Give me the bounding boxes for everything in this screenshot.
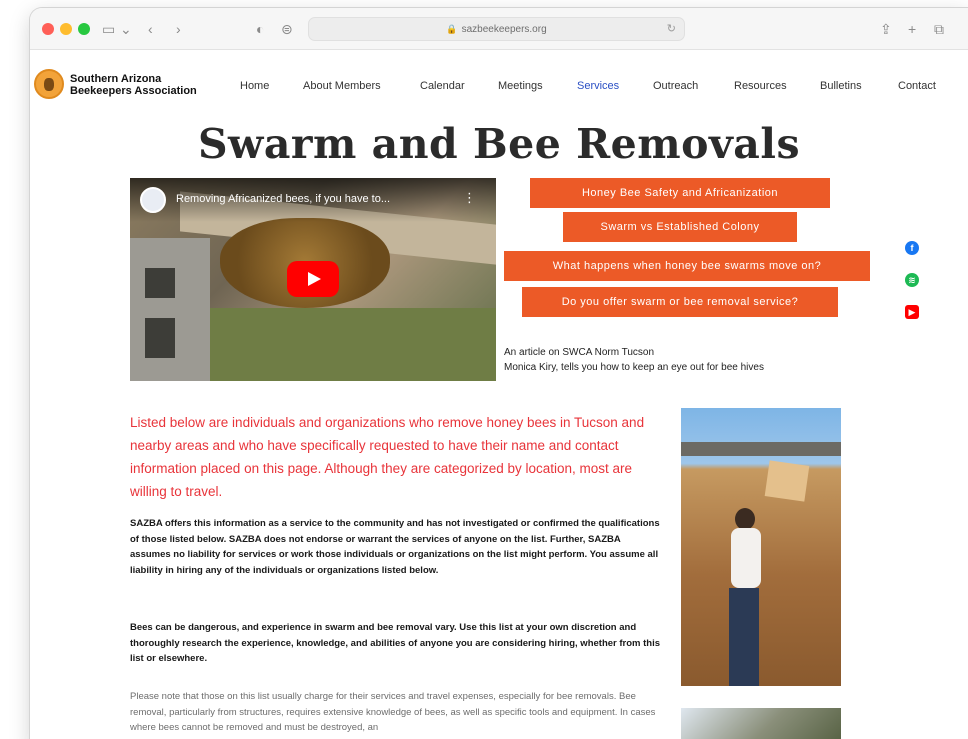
facebook-icon[interactable]: f <box>905 241 919 255</box>
main-nav: Home About Members Calendar Meetings Ser… <box>240 80 968 100</box>
button-removal-service[interactable]: Do you offer swarm or bee removal servic… <box>522 287 838 317</box>
nav-meetings[interactable]: Meetings <box>498 80 543 92</box>
nav-calendar[interactable]: Calendar <box>420 80 465 92</box>
back-icon[interactable]: ‹ <box>148 19 153 39</box>
youtube-play-icon[interactable] <box>287 261 339 297</box>
lock-icon: 🔒 <box>446 24 458 34</box>
nav-contact[interactable]: Contact <box>898 80 936 92</box>
video-thumbnail-grass <box>210 308 496 381</box>
channel-avatar[interactable] <box>140 187 166 213</box>
photo-person-body <box>731 528 761 588</box>
close-window-button[interactable] <box>42 23 54 35</box>
browser-window: ▭ ⌄ ‹ › ◐ ⊜ 🔒 sazbeekeepers.org ↻ ⇪ + ⧉ S… <box>30 8 968 739</box>
share-icon[interactable]: ⇪ <box>880 19 892 39</box>
button-swarms-move-on[interactable]: What happens when honey bee swarms move … <box>504 251 870 281</box>
nav-about-members[interactable]: About Members <box>303 80 381 92</box>
bee-logo-icon[interactable] <box>34 69 64 99</box>
minimize-window-button[interactable] <box>60 23 72 35</box>
tabs-icon[interactable]: ⧉ <box>934 19 944 39</box>
video-more-icon[interactable]: ⋮ <box>463 190 476 206</box>
youtube-icon[interactable]: ▶ <box>905 305 919 319</box>
nav-resources[interactable]: Resources <box>734 80 787 92</box>
extension-icon[interactable]: ⊜ <box>281 19 293 39</box>
org-name[interactable]: Southern Arizona Beekeepers Association <box>70 73 220 97</box>
org-name-line1: Southern Arizona <box>70 73 162 85</box>
video-caption: An article on SWCA Norm Tucson Monica Ki… <box>504 345 764 375</box>
nav-outreach[interactable]: Outreach <box>653 80 698 92</box>
photo-person-head <box>735 508 755 530</box>
caption-line1: An article on SWCA Norm Tucson <box>504 347 655 358</box>
reload-icon[interactable]: ↻ <box>667 18 676 40</box>
address-bar[interactable]: 🔒 sazbeekeepers.org ↻ <box>308 17 685 41</box>
caption-line2: Monica Kiry, tells you how to keep an ey… <box>504 362 764 373</box>
photo-person-legs <box>729 588 759 686</box>
sidebar-icon[interactable]: ▭ <box>102 19 115 39</box>
video-thumbnail-blocks <box>130 238 210 381</box>
photo-bee-box <box>764 460 810 502</box>
sidebar-chevron-icon[interactable]: ⌄ <box>120 19 132 39</box>
disclaimer-paragraph: SAZBA offers this information as a servi… <box>130 518 660 576</box>
spotify-icon[interactable]: ≋ <box>905 273 919 287</box>
zoom-window-button[interactable] <box>78 23 90 35</box>
nav-services[interactable]: Services <box>577 80 619 92</box>
video-title[interactable]: Removing Africanized bees, if you have t… <box>176 193 460 205</box>
photo-roof <box>681 442 841 456</box>
org-name-line2: Beekeepers Association <box>70 85 197 97</box>
tree-photo <box>681 708 841 739</box>
site-header: Southern Arizona Beekeepers Association … <box>30 50 968 108</box>
page-title: Swarm and Bee Removals <box>197 120 801 168</box>
youtube-video-embed[interactable]: Removing Africanized bees, if you have t… <box>130 178 496 381</box>
button-bee-safety[interactable]: Honey Bee Safety and Africanization <box>530 178 830 208</box>
privacy-icon[interactable]: ◐ <box>256 19 264 39</box>
new-tab-icon[interactable]: + <box>908 19 916 39</box>
forward-icon[interactable]: › <box>176 19 181 39</box>
video-topbar: Removing Africanized bees, if you have t… <box>130 178 496 222</box>
beekeeper-photo <box>681 408 841 686</box>
nav-home[interactable]: Home <box>240 80 269 92</box>
intro-text: Listed below are individuals and organiz… <box>130 415 645 499</box>
button-swarm-vs-colony[interactable]: Swarm vs Established Colony <box>563 212 797 242</box>
note-paragraph: Please note that those on this list usua… <box>130 691 656 733</box>
caution-paragraph: Bees can be dangerous, and experience in… <box>130 622 661 664</box>
url-text: sazbeekeepers.org <box>461 24 547 35</box>
browser-toolbar: ▭ ⌄ ‹ › ◐ ⊜ 🔒 sazbeekeepers.org ↻ ⇪ + ⧉ <box>30 8 968 50</box>
nav-bulletins[interactable]: Bulletins <box>820 80 862 92</box>
